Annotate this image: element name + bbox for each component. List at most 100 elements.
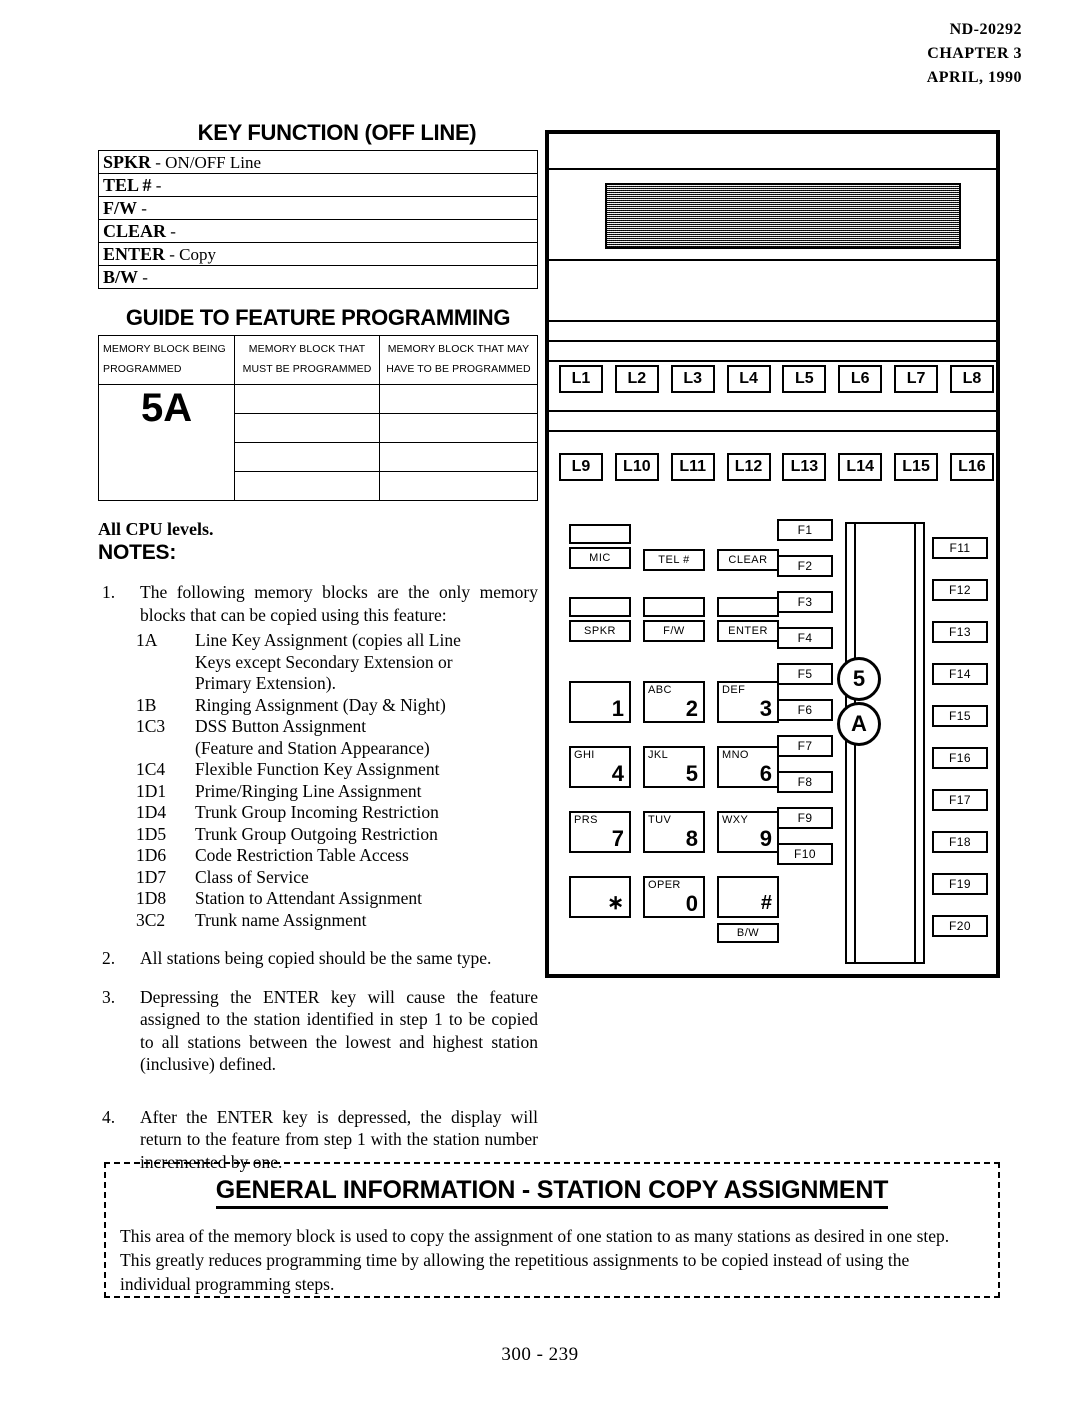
digit-key-3[interactable]: DEF 3 (717, 681, 779, 723)
function-key-f4[interactable]: F4 (777, 627, 833, 649)
function-key-f6[interactable]: F6 (777, 699, 833, 721)
list-item: 1B Ringing Assignment (Day & Night) (98, 695, 538, 717)
clear-key[interactable]: CLEAR (717, 549, 779, 571)
memory-block-desc: Keys except Secondary Extension or (195, 651, 453, 672)
mic-key[interactable]: MIC (569, 547, 631, 569)
digit-key-hash[interactable]: # (717, 876, 779, 918)
line-key-l15[interactable]: L15 (894, 453, 939, 481)
header-line-2: HAVE TO BE PROGRAMMED (386, 363, 531, 375)
function-key-f8[interactable]: F8 (777, 771, 833, 793)
function-key-f1[interactable]: F1 (777, 519, 833, 541)
line-key-l13[interactable]: L13 (782, 453, 827, 481)
key-label: F/W (103, 197, 137, 218)
note-text: All stations being copied should be the … (140, 948, 492, 968)
line-key-l12[interactable]: L12 (726, 453, 771, 481)
digit-alpha: ABC (648, 684, 672, 696)
left-column: KEY FUNCTION (OFF LINE) SPKR - ON/OFF Li… (97, 120, 539, 1173)
digit-key-star[interactable]: ∗ (569, 876, 631, 918)
digit-alpha: DEF (722, 684, 746, 696)
digit-number: 0 (685, 891, 698, 916)
line-key-l5[interactable]: L5 (782, 365, 827, 393)
table-row: CLEAR - (98, 219, 538, 243)
line-key-l3[interactable]: L3 (670, 365, 715, 393)
line-key-l11[interactable]: L11 (670, 453, 715, 481)
digit-key-9[interactable]: WXY 9 (717, 811, 779, 853)
header-line-1: MEMORY BLOCK THAT MAY (387, 343, 530, 355)
guide-empty-cell (234, 442, 380, 472)
memory-block-list: 1A Line Key Assignment (copies all Line K… (98, 630, 538, 931)
line-key-l14[interactable]: L14 (838, 453, 883, 481)
document-date: APRIL, 1990 (926, 69, 1022, 86)
digit-key-4[interactable]: GHI 4 (569, 746, 631, 788)
guide-title: GUIDE TO FEATURE PROGRAMMING (125, 305, 511, 330)
spkr-key-blank[interactable] (569, 597, 631, 617)
function-key-f20[interactable]: F20 (932, 915, 988, 937)
function-key-f10[interactable]: F10 (777, 843, 833, 865)
note-number: 4. (102, 1106, 116, 1127)
function-key-f7[interactable]: F7 (777, 735, 833, 757)
function-key-f17[interactable]: F17 (932, 789, 988, 811)
digit-key-8[interactable]: TUV 8 (643, 811, 705, 853)
line-key-l4[interactable]: L4 (726, 365, 771, 393)
line-key-l2[interactable]: L2 (614, 365, 659, 393)
fw-key[interactable]: F/W (643, 620, 705, 642)
line-key-l6[interactable]: L6 (838, 365, 883, 393)
note-1: 1. The following memory blocks are the o… (98, 581, 538, 626)
digit-key-6[interactable]: MNO 6 (717, 746, 779, 788)
general-information-title-text: GENERAL INFORMATION - STATION COPY ASSIG… (215, 1176, 888, 1209)
tel-number-key[interactable]: TEL # (643, 549, 705, 571)
line-key-l1[interactable]: L1 (559, 365, 603, 393)
memory-block-code: 1D8 (136, 888, 167, 908)
function-key-f11[interactable]: F11 (932, 537, 988, 559)
clear-key-group: CLEAR (717, 549, 779, 571)
enter-key-blank[interactable] (717, 597, 779, 617)
function-key-f16[interactable]: F16 (932, 747, 988, 769)
mic-key-blank[interactable] (569, 524, 631, 544)
list-item: 1A Line Key Assignment (copies all Line (98, 630, 538, 652)
line-key-l7[interactable]: L7 (894, 365, 939, 393)
line-key-l16[interactable]: L16 (949, 453, 994, 481)
fw-key-blank[interactable] (643, 597, 705, 617)
line-key-row-2: L9 L10 L11 L12 L13 L14 L15 L16 (559, 453, 994, 481)
function-key-f5[interactable]: F5 (777, 663, 833, 685)
header-line-1: MEMORY BLOCK BEING (103, 343, 226, 355)
function-key-f19[interactable]: F19 (932, 873, 988, 895)
key-function-body: SPKR - ON/OFF Line TEL # - F/W - CLEAR -… (98, 150, 538, 289)
function-key-f2[interactable]: F2 (777, 555, 833, 577)
function-key-f15[interactable]: F15 (932, 705, 988, 727)
document-id: ND-20292 (949, 21, 1022, 38)
key-value: - (155, 175, 162, 195)
function-key-f13[interactable]: F13 (932, 621, 988, 643)
key-function-title: KEY FUNCTION (OFF LINE) (197, 120, 477, 145)
digit-alpha: TUV (648, 814, 672, 826)
digit-alpha: OPER (648, 879, 681, 891)
line-key-l10[interactable]: L10 (614, 453, 659, 481)
digit-key-1[interactable]: 1 (569, 681, 631, 723)
general-information-box: GENERAL INFORMATION - STATION COPY ASSIG… (104, 1162, 1000, 1298)
digit-alpha: GHI (574, 749, 595, 761)
function-key-f9[interactable]: F9 (777, 807, 833, 829)
function-key-f12[interactable]: F12 (932, 579, 988, 601)
list-item: 1D1 Prime/Ringing Line Assignment (98, 781, 538, 803)
digit-number: 7 (611, 826, 624, 851)
note-number: 2. (102, 948, 116, 968)
digit-key-7[interactable]: PRS 7 (569, 811, 631, 853)
enter-key[interactable]: ENTER (717, 620, 779, 642)
spkr-key[interactable]: SPKR (569, 620, 631, 642)
memory-block-code: 1D4 (136, 802, 167, 822)
bw-key[interactable]: B/W (717, 923, 779, 943)
line-key-l8[interactable]: L8 (949, 365, 994, 393)
list-item: (Feature and Station Appearance) (98, 738, 538, 760)
digit-key-0[interactable]: OPER 0 (643, 876, 705, 918)
function-key-f14[interactable]: F14 (932, 663, 988, 685)
callout-5: 5 (837, 657, 881, 701)
function-key-f18[interactable]: F18 (932, 831, 988, 853)
digit-key-5[interactable]: JKL 5 (643, 746, 705, 788)
digit-key-2[interactable]: ABC 2 (643, 681, 705, 723)
line-key-row-1: L1 L2 L3 L4 L5 L6 L7 L8 (559, 365, 994, 393)
list-item: 1C3 DSS Button Assignment (98, 716, 538, 738)
table-row: SPKR - ON/OFF Line (98, 150, 538, 174)
list-item: 1D5 Trunk Group Outgoing Restriction (98, 824, 538, 846)
function-key-f3[interactable]: F3 (777, 591, 833, 613)
line-key-l9[interactable]: L9 (559, 453, 603, 481)
